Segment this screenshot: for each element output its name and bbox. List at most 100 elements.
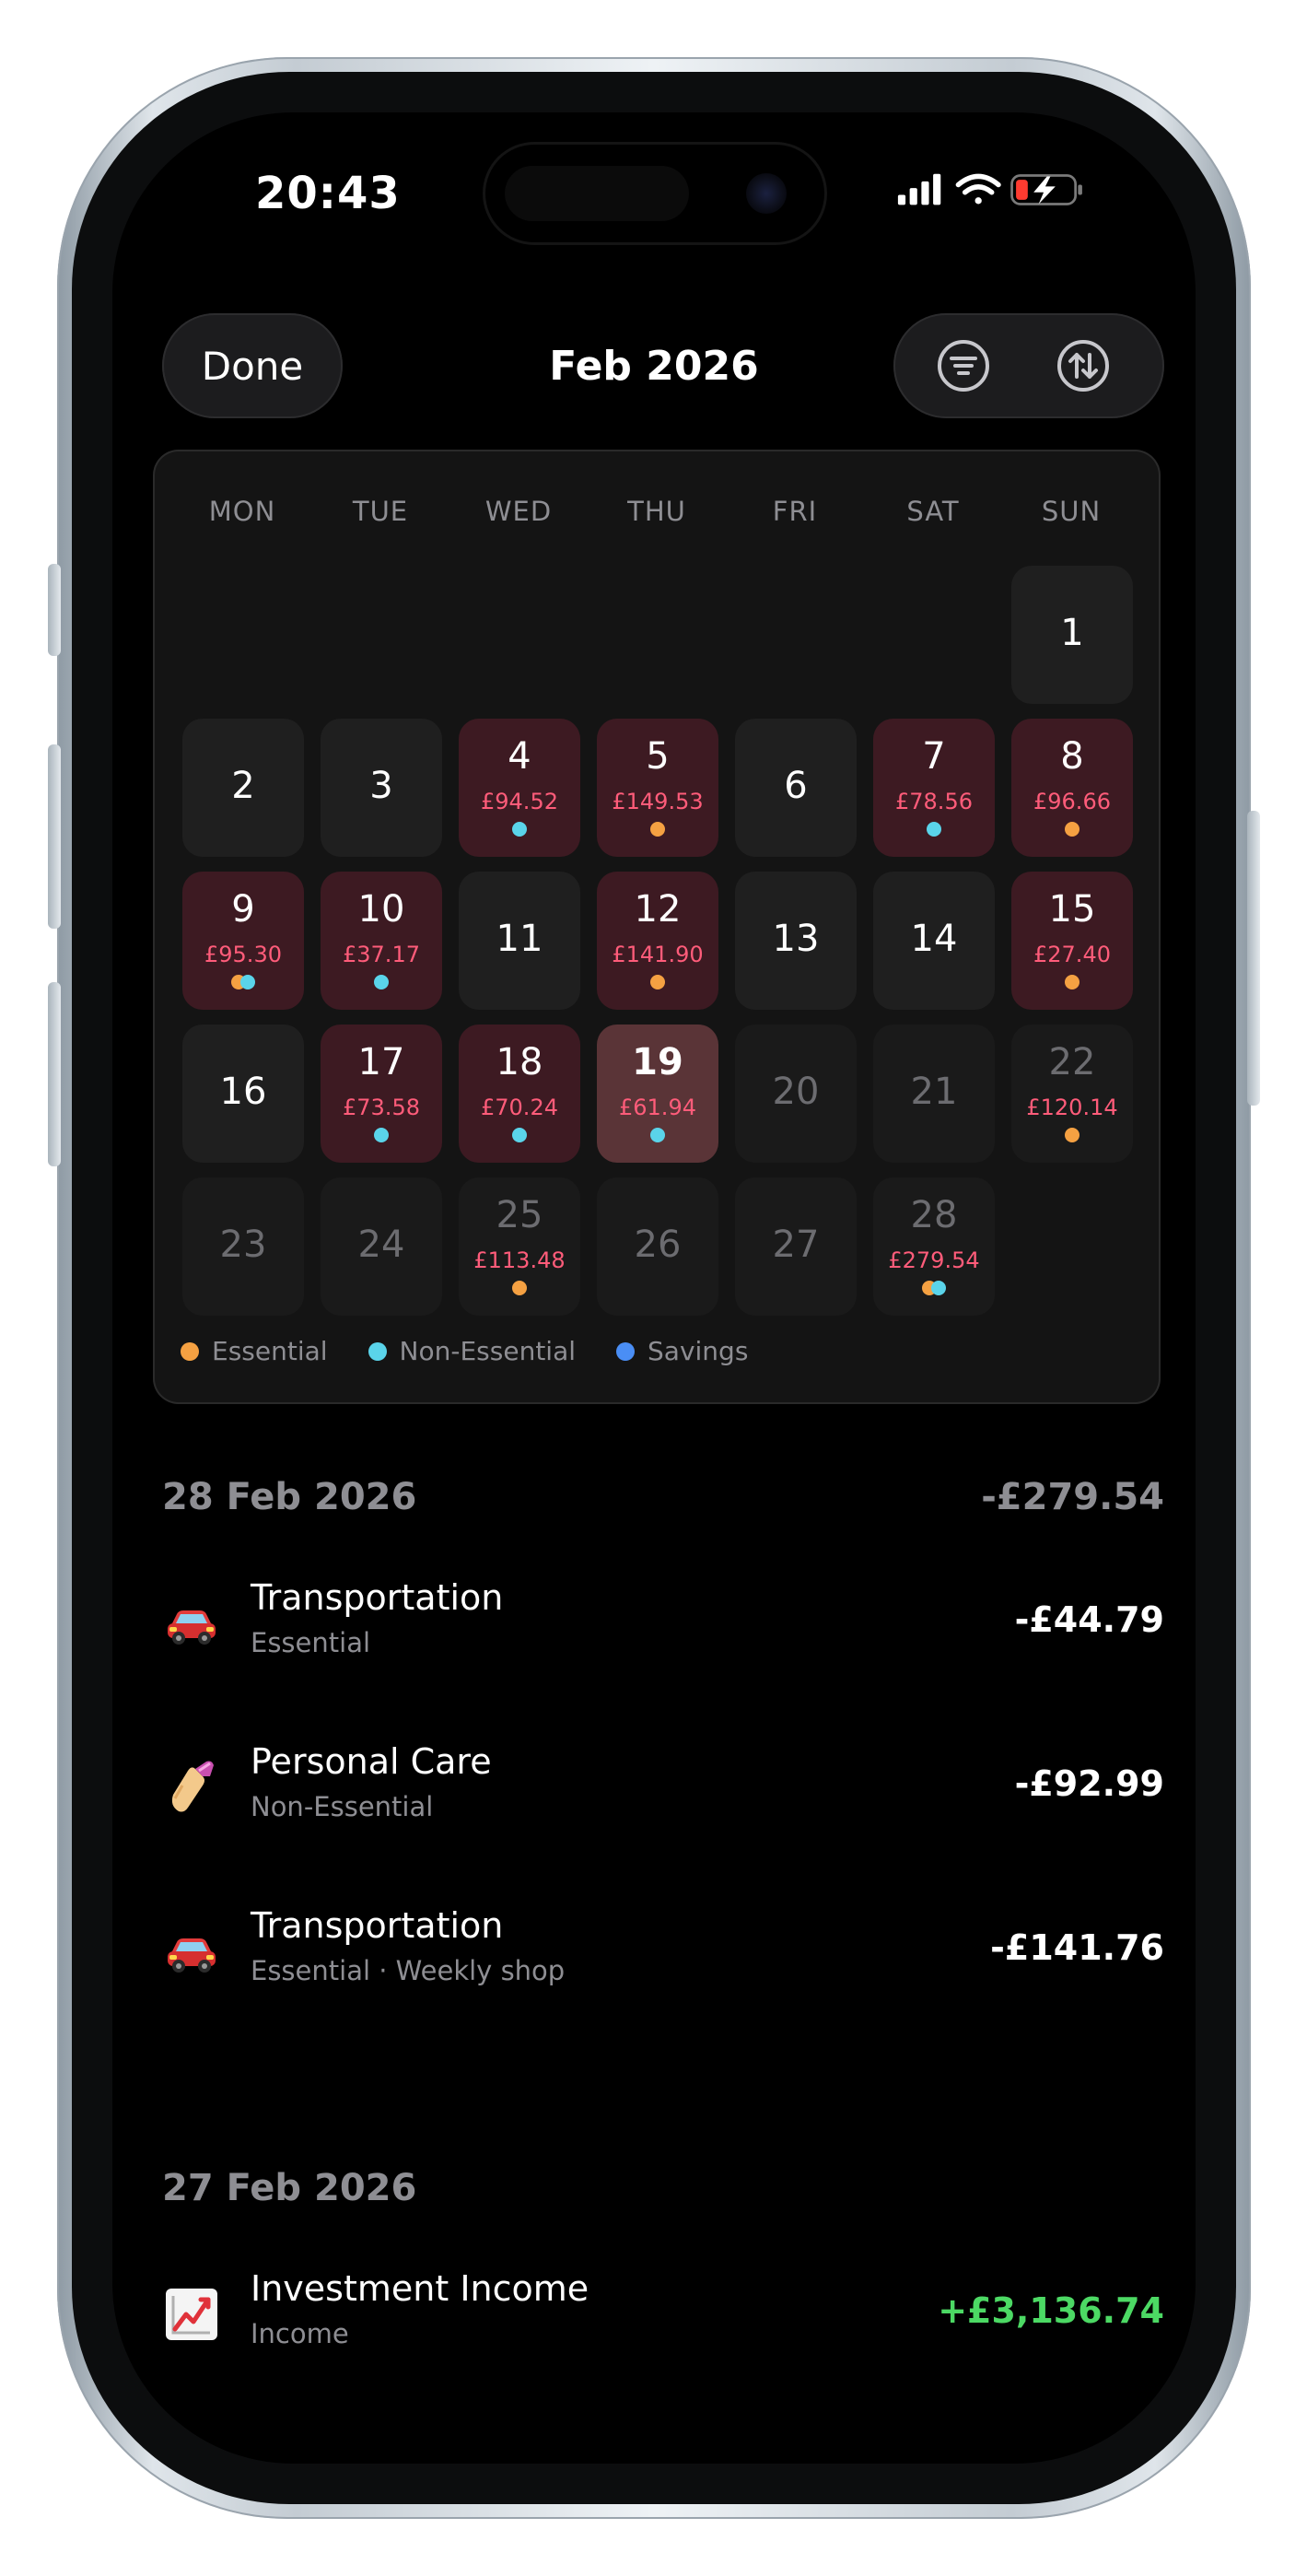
calendar-day-24[interactable]: 24 <box>321 1177 442 1316</box>
section-date: 27 Feb 2026 <box>162 2167 417 2209</box>
calendar-day-1[interactable]: 1 <box>1011 566 1133 704</box>
category-dots <box>321 1128 442 1144</box>
category-dots <box>1011 822 1133 838</box>
day-number: 22 <box>1048 1041 1096 1083</box>
category-dots <box>597 822 718 838</box>
essential-dot <box>512 1281 527 1295</box>
day-number: 17 <box>357 1041 405 1083</box>
calendar-day-19[interactable]: 19 £61.94 <box>597 1025 718 1163</box>
transaction-amount: -£141.76 <box>990 1927 1164 1968</box>
non-essential-dot <box>512 822 527 837</box>
calendar-day-23[interactable]: 23 <box>182 1177 304 1316</box>
category-dots <box>459 1128 580 1144</box>
day-number: 24 <box>357 1224 405 1266</box>
car-icon <box>162 1922 221 1981</box>
volume-up-button <box>48 744 61 929</box>
calendar-day-11[interactable]: 11 <box>459 872 580 1010</box>
non-essential-dot <box>512 1128 527 1142</box>
calendar-day-28[interactable]: 28 £279.54 <box>873 1177 995 1316</box>
day-spend-amount: £149.53 <box>612 789 704 814</box>
header-actions <box>893 313 1164 418</box>
calendar-day-15[interactable]: 15 £27.40 <box>1011 872 1133 1010</box>
calendar-day-2[interactable]: 2 <box>182 719 304 857</box>
transaction-row[interactable]: Investment Income Income +£3,136.74 <box>162 2261 1164 2371</box>
weekday-thu: THU <box>627 496 686 527</box>
legend-label: Savings <box>648 1336 749 1366</box>
day-number: 20 <box>772 1071 820 1113</box>
day-spend-amount: £113.48 <box>473 1247 566 1273</box>
transaction-row[interactable]: Transportation Essential -£44.79 <box>162 1570 1164 1680</box>
calendar-day-8[interactable]: 8 £96.66 <box>1011 719 1133 857</box>
calendar-day-13[interactable]: 13 <box>735 872 857 1010</box>
category-dots <box>597 975 718 991</box>
calendar-day-10[interactable]: 10 £37.17 <box>321 872 442 1010</box>
category-dots <box>1011 1128 1133 1144</box>
essential-dot <box>650 975 665 989</box>
filter-icon[interactable] <box>936 338 991 393</box>
calendar-day-26[interactable]: 26 <box>597 1177 718 1316</box>
action-button <box>48 564 61 656</box>
non-essential-dot <box>374 1128 389 1142</box>
transaction-row[interactable]: Transportation Essential · Weekly shop -£1… <box>162 1898 1164 2008</box>
essential-dot <box>1065 1128 1079 1142</box>
weekday-wed: WED <box>484 496 553 527</box>
wifi-icon <box>955 173 1001 205</box>
calendar-day-21[interactable]: 21 <box>873 1025 995 1163</box>
calendar-day-5[interactable]: 5 £149.53 <box>597 719 718 857</box>
front-camera <box>746 173 787 214</box>
calendar-day-14[interactable]: 14 <box>873 872 995 1010</box>
essential-dot <box>1065 975 1079 989</box>
legend-label: Essential <box>212 1336 328 1366</box>
calendar-day-18[interactable]: 18 £70.24 <box>459 1025 580 1163</box>
island-sensor <box>505 166 689 221</box>
calendar-day-7[interactable]: 7 £78.56 <box>873 719 995 857</box>
day-spend-amount: £141.90 <box>612 942 704 967</box>
day-number: 18 <box>496 1041 543 1083</box>
essential-dot <box>650 822 665 837</box>
calendar-day-12[interactable]: 12 £141.90 <box>597 872 718 1010</box>
calendar-day-25[interactable]: 25 £113.48 <box>459 1177 580 1316</box>
calendar-day-17[interactable]: 17 £73.58 <box>321 1025 442 1163</box>
sort-icon[interactable] <box>1056 338 1111 393</box>
day-number: 19 <box>632 1041 683 1083</box>
legend-dot <box>368 1341 387 1361</box>
day-number: 4 <box>508 735 531 778</box>
legend-item-essential: Essential <box>181 1336 328 1366</box>
day-number: 28 <box>910 1194 958 1236</box>
calendar-day-20[interactable]: 20 <box>735 1025 857 1163</box>
day-spend-amount: £37.17 <box>343 942 420 967</box>
transaction-subtitle: Income <box>251 2318 349 2349</box>
day-number: 16 <box>219 1071 267 1113</box>
calendar-day-16[interactable]: 16 <box>182 1025 304 1163</box>
legend-dot <box>181 1341 199 1361</box>
nail-polish-icon <box>162 1758 221 1817</box>
status-time: 20:43 <box>255 168 401 219</box>
day-number: 6 <box>784 765 808 807</box>
category-dots <box>459 822 580 838</box>
day-number: 23 <box>219 1224 267 1266</box>
status-icons <box>897 173 1082 205</box>
day-number: 14 <box>910 918 958 960</box>
category-dots <box>873 1281 995 1297</box>
transaction-subtitle: Essential <box>251 1627 371 1658</box>
calendar-day-27[interactable]: 27 <box>735 1177 857 1316</box>
day-number: 2 <box>231 765 255 807</box>
legend-item-non-essential: Non-Essential <box>368 1336 576 1366</box>
section-date-header: 28 Feb 2026 -£279.54 <box>162 1476 1164 1518</box>
transaction-row[interactable]: Personal Care Non-Essential -£92.99 <box>162 1734 1164 1844</box>
day-spend-amount: £73.58 <box>343 1095 420 1120</box>
day-number: 3 <box>369 765 393 807</box>
non-essential-dot <box>374 975 389 989</box>
day-number: 10 <box>357 888 405 931</box>
calendar-day-9[interactable]: 9 £95.30 <box>182 872 304 1010</box>
day-spend-amount: £61.94 <box>619 1095 696 1120</box>
transaction-category: Transportation <box>251 1577 504 1618</box>
transaction-amount: -£44.79 <box>1014 1599 1164 1640</box>
calendar-day-6[interactable]: 6 <box>735 719 857 857</box>
calendar-day-4[interactable]: 4 £94.52 <box>459 719 580 857</box>
transaction-category: Personal Care <box>251 1741 492 1782</box>
calendar-day-22[interactable]: 22 £120.14 <box>1011 1025 1133 1163</box>
non-essential-dot <box>931 1281 946 1295</box>
day-number: 1 <box>1060 612 1084 654</box>
calendar-day-3[interactable]: 3 <box>321 719 442 857</box>
